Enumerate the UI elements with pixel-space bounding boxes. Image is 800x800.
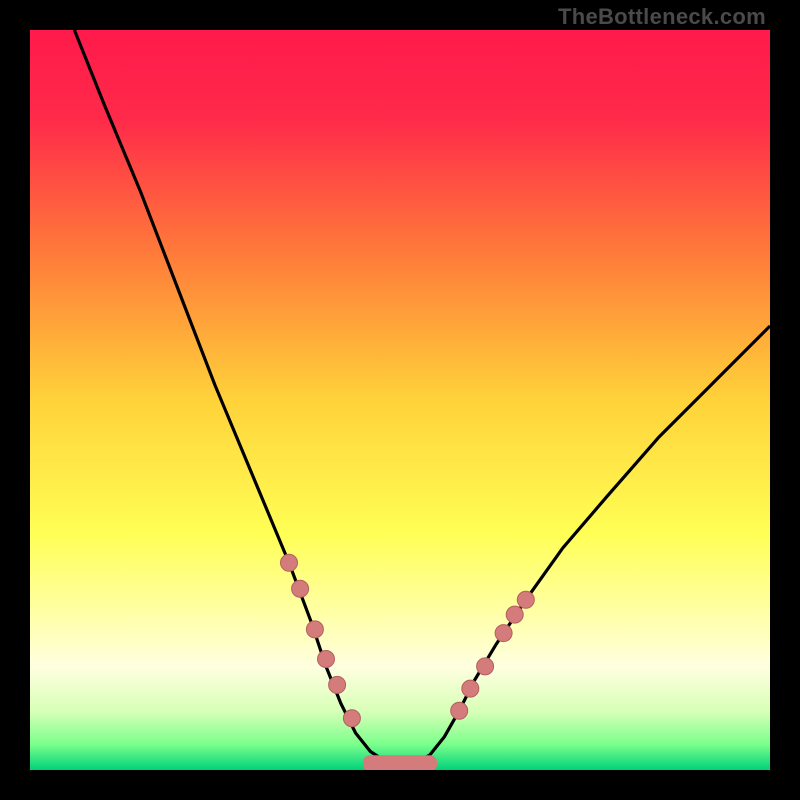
marker-point xyxy=(281,554,298,571)
marker-point xyxy=(462,680,479,697)
marker-point xyxy=(477,658,494,675)
marker-point xyxy=(292,580,309,597)
marker-point xyxy=(329,676,346,693)
optimal-band xyxy=(363,755,437,770)
marker-point xyxy=(318,651,335,668)
chart-frame xyxy=(30,30,770,770)
marker-point xyxy=(451,702,468,719)
marker-point xyxy=(495,625,512,642)
chart-svg xyxy=(30,30,770,770)
marker-point xyxy=(517,591,534,608)
watermark-text: TheBottleneck.com xyxy=(558,4,766,30)
gradient-background xyxy=(30,30,770,770)
marker-point xyxy=(306,621,323,638)
marker-point xyxy=(506,606,523,623)
marker-point xyxy=(343,710,360,727)
